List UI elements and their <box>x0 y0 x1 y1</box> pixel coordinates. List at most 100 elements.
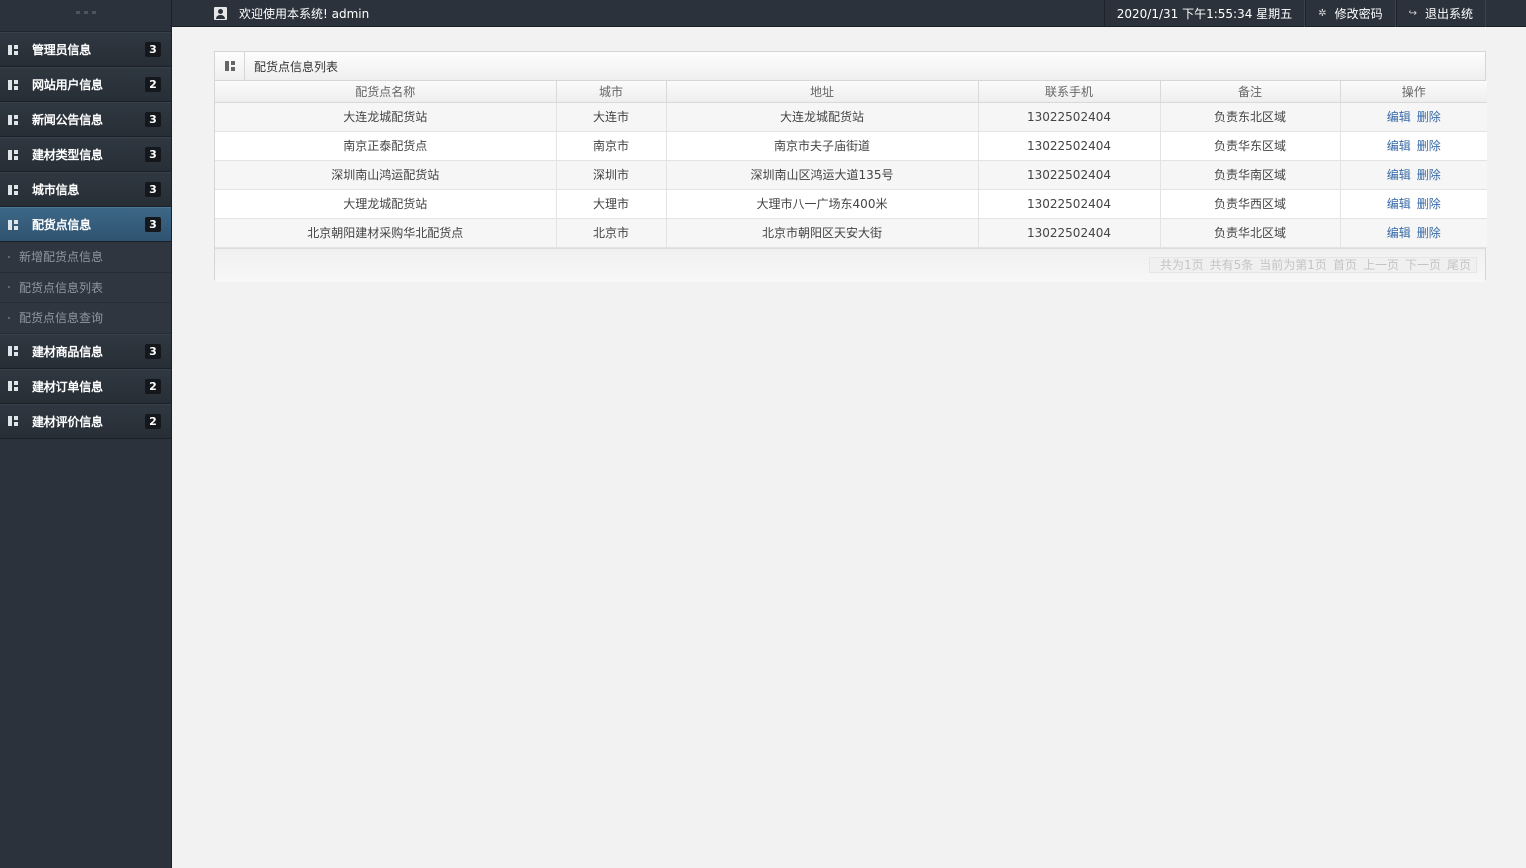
cell-remark: 负责华南区域 <box>1159 159 1341 190</box>
grid-icon <box>8 346 18 356</box>
cell-name: 北京朝阳建材采购华北配货点 <box>215 217 557 248</box>
pager-next-link[interactable]: 下一页 <box>1405 256 1441 273</box>
cell-name: 南京正泰配货点 <box>215 130 557 161</box>
sidebar-subitem-point-list[interactable]: 配货点信息列表 <box>0 272 171 303</box>
cell-remark: 负责华东区域 <box>1159 130 1341 161</box>
column-header-phone[interactable]: 联系手机 <box>977 81 1161 103</box>
column-header-remark[interactable]: 备注 <box>1159 81 1341 103</box>
sidebar-subitem-label: 新增配货点信息 <box>19 250 104 265</box>
edit-link[interactable]: 编辑 <box>1387 197 1411 211</box>
change-password-button[interactable]: ✲ 修改密码 <box>1305 0 1396 27</box>
column-header-city[interactable]: 城市 <box>555 81 667 103</box>
cell-address: 深圳南山区鸿运大道135号 <box>665 159 979 190</box>
cell-city: 北京市 <box>555 217 667 248</box>
edit-link[interactable]: 编辑 <box>1387 139 1411 153</box>
sidebar-item-label: 建材订单信息 <box>32 379 103 394</box>
cell-city: 大连市 <box>555 101 667 132</box>
sidebar-item-users[interactable]: 网站用户信息 2 <box>0 67 171 102</box>
sidebar-item-distribution-points[interactable]: 配货点信息 3 <box>0 207 171 242</box>
count-badge: 3 <box>145 42 161 57</box>
delete-link[interactable]: 删除 <box>1417 168 1441 182</box>
grid-icon <box>8 184 18 195</box>
cell-actions: 编辑 删除 <box>1339 159 1487 190</box>
delete-link[interactable]: 删除 <box>1417 139 1441 153</box>
sidebar: 管理员信息 3 网站用户信息 2 新闻公告信息 3 建材类型信息 3 城市信息 … <box>0 0 172 868</box>
sidebar-item-products[interactable]: 建材商品信息 3 <box>0 333 171 369</box>
logout-label: 退出系统 <box>1424 7 1473 21</box>
cell-address: 大理市八一广场东400米 <box>665 188 979 219</box>
sidebar-item-cities[interactable]: 城市信息 3 <box>0 172 171 207</box>
pager-first-link[interactable]: 首页 <box>1333 256 1357 273</box>
count-badge: 3 <box>145 182 161 197</box>
cell-phone: 13022502404 <box>977 101 1161 132</box>
sidebar-item-label: 建材类型信息 <box>32 148 103 162</box>
sidebar-subitem-point-search[interactable]: 配货点信息查询 <box>0 303 171 334</box>
grid-icon <box>8 44 18 55</box>
delete-link[interactable]: 删除 <box>1417 226 1441 240</box>
sidebar-subitem-add-point[interactable]: 新增配货点信息 <box>0 242 171 273</box>
pagination: 共为1页 共有5条 当前为第1页 首页 上一页 下一页 尾页 <box>1149 256 1477 273</box>
pager-total-items: 共有5条 <box>1209 258 1254 272</box>
top-bar: 欢迎使用本系统! admin 2020/1/31 下午1:55:34 星期五 ✲… <box>172 0 1526 27</box>
welcome-message: 欢迎使用本系统! admin <box>214 0 369 27</box>
cell-phone: 13022502404 <box>977 188 1161 219</box>
sidebar-item-label: 网站用户信息 <box>32 78 103 92</box>
top-actions: 2020/1/31 下午1:55:34 星期五 ✲ 修改密码 ↪ 退出系统 <box>1103 0 1486 27</box>
sidebar-item-material-types[interactable]: 建材类型信息 3 <box>0 137 171 172</box>
sidebar-item-label: 配货点信息 <box>32 218 92 232</box>
sidebar-item-reviews[interactable]: 建材评价信息 2 <box>0 403 171 439</box>
delete-link[interactable]: 删除 <box>1417 110 1441 124</box>
bullet-icon <box>8 255 10 258</box>
cell-phone: 13022502404 <box>977 217 1161 248</box>
panel-header-icon-box <box>215 51 245 81</box>
count-badge: 3 <box>145 112 161 127</box>
edit-link[interactable]: 编辑 <box>1387 226 1411 240</box>
user-icon <box>214 7 227 20</box>
sidebar-item-orders[interactable]: 建材订单信息 2 <box>0 368 171 404</box>
count-badge: 3 <box>145 147 161 162</box>
change-password-label: 修改密码 <box>1334 7 1383 21</box>
count-badge: 2 <box>145 77 161 92</box>
sidebar-subitem-label: 配货点信息查询 <box>19 311 104 326</box>
grid-icon <box>8 219 18 230</box>
sidebar-grip[interactable] <box>0 0 171 32</box>
cell-city: 南京市 <box>555 130 667 161</box>
cell-name: 深圳南山鸿运配货站 <box>215 159 557 190</box>
grid-icon <box>8 416 18 426</box>
pager-last-link[interactable]: 尾页 <box>1447 256 1471 273</box>
cell-address: 大连龙城配货站 <box>665 101 979 132</box>
count-badge: 3 <box>145 217 161 232</box>
grid-icon <box>8 114 18 125</box>
distribution-point-table: 配货点名称 城市 地址 联系手机 备注 操作 大连龙城配货站 大连市 大连龙城配… <box>215 81 1487 248</box>
cell-name: 大理龙城配货站 <box>215 188 557 219</box>
sidebar-subitem-label: 配货点信息列表 <box>19 280 104 295</box>
edit-link[interactable]: 编辑 <box>1387 168 1411 182</box>
table-header-row: 配货点名称 城市 地址 联系手机 备注 操作 <box>215 81 1487 103</box>
logout-button[interactable]: ↪ 退出系统 <box>1395 0 1486 27</box>
sidebar-item-label: 新闻公告信息 <box>32 113 103 127</box>
cell-remark: 负责东北区域 <box>1159 101 1341 132</box>
cell-actions: 编辑 删除 <box>1339 130 1487 161</box>
grid-icon <box>8 79 18 90</box>
panel-title: 配货点信息列表 <box>254 59 339 74</box>
table-row: 大理龙城配货站 大理市 大理市八一广场东400米 13022502404 负责华… <box>215 188 1487 219</box>
grid-icon <box>8 381 18 391</box>
sidebar-item-admin[interactable]: 管理员信息 3 <box>0 32 171 67</box>
edit-link[interactable]: 编辑 <box>1387 110 1411 124</box>
count-badge: 3 <box>145 343 161 359</box>
grid-icon <box>8 149 18 160</box>
datetime-display: 2020/1/31 下午1:55:34 星期五 <box>1103 0 1306 27</box>
column-header-address[interactable]: 地址 <box>665 81 979 103</box>
pager-prev-link[interactable]: 上一页 <box>1363 256 1399 273</box>
sidebar-item-news[interactable]: 新闻公告信息 3 <box>0 102 171 137</box>
grid-icon <box>224 61 235 71</box>
delete-link[interactable]: 删除 <box>1417 197 1441 211</box>
column-header-name[interactable]: 配货点名称 <box>215 81 557 103</box>
distribution-point-list-panel: 配货点信息列表 配货点名称 城市 地址 联系手机 备注 操作 大连龙城配货站 大… <box>214 51 1487 282</box>
cell-name: 大连龙城配货站 <box>215 101 557 132</box>
column-header-actions[interactable]: 操作 <box>1339 81 1487 103</box>
cell-remark: 负责华西区域 <box>1159 188 1341 219</box>
cell-address: 北京市朝阳区天安大街 <box>665 217 979 248</box>
cell-city: 深圳市 <box>555 159 667 190</box>
sidebar-item-label: 管理员信息 <box>32 43 92 57</box>
